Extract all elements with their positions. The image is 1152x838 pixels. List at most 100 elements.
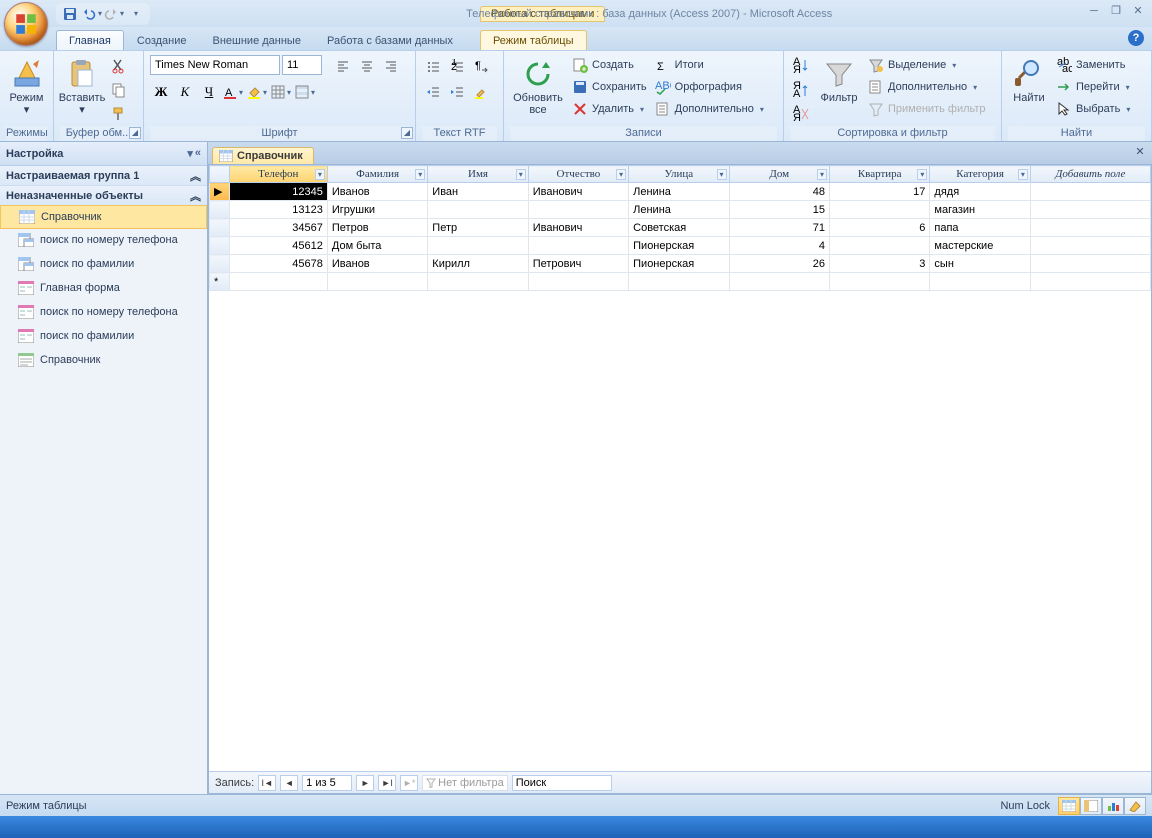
selection-filter-button[interactable]: Выделение xyxy=(866,55,988,75)
data-cell[interactable]: Иванович xyxy=(528,219,628,237)
column-header[interactable]: Дом▾ xyxy=(729,166,829,183)
view-pivotchart-icon[interactable] xyxy=(1102,797,1124,815)
align-right-icon[interactable] xyxy=(380,55,402,77)
spelling-button[interactable]: ABCОрфография xyxy=(653,77,766,97)
font-family-combo[interactable] xyxy=(150,55,280,75)
sort-desc-icon[interactable]: ЯА xyxy=(790,79,812,101)
nav-header[interactable]: Настройка ▾ « xyxy=(0,142,207,166)
data-cell[interactable]: Иванов xyxy=(327,183,427,201)
data-cell[interactable]: Кирилл xyxy=(428,255,528,273)
format-painter-icon[interactable] xyxy=(108,103,130,125)
ltr-icon[interactable]: ¶ xyxy=(470,55,492,77)
add-field-column[interactable]: Добавить поле xyxy=(1030,166,1150,183)
data-cell[interactable]: мастерские xyxy=(930,237,1030,255)
font-size-combo[interactable] xyxy=(282,55,322,75)
nav-item-query[interactable]: поиск по номеру телефона xyxy=(0,228,207,252)
data-cell[interactable]: 12345 xyxy=(229,183,327,201)
column-dropdown-icon[interactable]: ▾ xyxy=(315,169,325,180)
data-cell[interactable] xyxy=(1030,237,1150,255)
more-records-button[interactable]: Дополнительно xyxy=(653,99,766,119)
record-position-input[interactable] xyxy=(302,775,352,791)
row-selector[interactable] xyxy=(210,201,230,219)
tab-create[interactable]: Создание xyxy=(124,30,200,50)
column-header[interactable]: Улица▾ xyxy=(629,166,729,183)
select-all-cell[interactable] xyxy=(210,166,230,183)
gridlines-icon[interactable] xyxy=(270,81,292,103)
paste-button[interactable]: Вставить▾ xyxy=(60,55,104,119)
alt-row-icon[interactable] xyxy=(294,81,316,103)
data-cell[interactable] xyxy=(829,201,929,219)
clipboard-launcher-icon[interactable]: ◢ xyxy=(129,127,141,139)
filter-button[interactable]: Фильтр xyxy=(816,55,862,107)
column-header[interactable]: Квартира▾ xyxy=(829,166,929,183)
totals-button[interactable]: ΣИтоги xyxy=(653,55,766,75)
copy-icon[interactable] xyxy=(108,79,130,101)
nav-dropdown-icon[interactable]: ▾ xyxy=(187,147,193,160)
data-cell[interactable] xyxy=(1030,183,1150,201)
replace-button[interactable]: abacЗаменить xyxy=(1054,55,1132,75)
data-cell[interactable]: 45678 xyxy=(229,255,327,273)
data-cell[interactable] xyxy=(528,237,628,255)
nav-group-unassigned[interactable]: Неназначенные объекты︽ xyxy=(0,186,207,206)
tab-datasheet[interactable]: Режим таблицы xyxy=(480,30,587,50)
data-cell[interactable]: 17 xyxy=(829,183,929,201)
data-cell[interactable] xyxy=(428,237,528,255)
view-button[interactable]: Режим▾ xyxy=(6,55,47,119)
align-left-icon[interactable] xyxy=(332,55,354,77)
data-cell[interactable] xyxy=(1030,273,1150,291)
qat-customize-icon[interactable]: ▾ xyxy=(126,4,146,24)
column-dropdown-icon[interactable]: ▾ xyxy=(616,169,626,180)
decrease-indent-icon[interactable] xyxy=(422,81,444,103)
column-dropdown-icon[interactable]: ▾ xyxy=(917,169,927,180)
close-document-icon[interactable]: ✕ xyxy=(1132,145,1148,161)
data-cell[interactable] xyxy=(1030,255,1150,273)
toggle-filter-button[interactable]: Применить фильтр xyxy=(866,99,988,119)
row-selector[interactable]: ▶ xyxy=(210,183,230,201)
undo-icon[interactable] xyxy=(82,4,102,24)
bullets-icon[interactable] xyxy=(422,55,444,77)
document-tab[interactable]: Справочник xyxy=(212,147,314,164)
data-cell[interactable]: Пионерская xyxy=(629,237,729,255)
view-pivottable-icon[interactable] xyxy=(1080,797,1102,815)
column-header[interactable]: Фамилия▾ xyxy=(327,166,427,183)
data-cell[interactable]: 71 xyxy=(729,219,829,237)
data-cell[interactable] xyxy=(428,273,528,291)
row-selector[interactable] xyxy=(210,237,230,255)
nav-item-report[interactable]: Справочник xyxy=(0,348,207,372)
tab-home[interactable]: Главная xyxy=(56,30,124,50)
data-cell[interactable] xyxy=(829,273,929,291)
save-record-button[interactable]: Сохранить xyxy=(570,77,649,97)
refresh-all-button[interactable]: Обновить все xyxy=(510,55,566,119)
help-icon[interactable]: ? xyxy=(1128,30,1144,46)
column-dropdown-icon[interactable]: ▾ xyxy=(415,169,425,180)
nav-last-icon[interactable]: ►I xyxy=(378,775,396,791)
new-record-button[interactable]: Создать xyxy=(570,55,649,75)
data-cell[interactable]: 45612 xyxy=(229,237,327,255)
data-cell[interactable]: Иван xyxy=(428,183,528,201)
data-cell[interactable] xyxy=(1030,219,1150,237)
redo-icon[interactable] xyxy=(104,4,124,24)
increase-indent-icon[interactable] xyxy=(446,81,468,103)
advanced-filter-button[interactable]: Дополнительно xyxy=(866,77,988,97)
data-cell[interactable] xyxy=(930,273,1030,291)
view-datasheet-icon[interactable] xyxy=(1058,797,1080,815)
fill-color-icon[interactable] xyxy=(246,81,268,103)
nav-first-icon[interactable]: I◄ xyxy=(258,775,276,791)
data-cell[interactable]: магазин xyxy=(930,201,1030,219)
data-cell[interactable]: 48 xyxy=(729,183,829,201)
nav-item-form[interactable]: поиск по фамилии xyxy=(0,324,207,348)
row-selector[interactable] xyxy=(210,255,230,273)
close-button[interactable]: ✕ xyxy=(1130,4,1146,17)
tab-external-data[interactable]: Внешние данные xyxy=(200,30,314,50)
column-dropdown-icon[interactable]: ▾ xyxy=(717,169,727,180)
nav-item-form[interactable]: поиск по номеру телефона xyxy=(0,300,207,324)
data-cell[interactable]: дядя xyxy=(930,183,1030,201)
column-header[interactable]: Телефон▾ xyxy=(229,166,327,183)
data-cell[interactable] xyxy=(829,237,929,255)
data-cell[interactable]: Советская xyxy=(629,219,729,237)
clear-sort-icon[interactable]: АЯ xyxy=(790,103,812,125)
column-header[interactable]: Имя▾ xyxy=(428,166,528,183)
data-cell[interactable]: сын xyxy=(930,255,1030,273)
nav-collapse-icon[interactable]: « xyxy=(195,147,201,160)
cut-icon[interactable] xyxy=(108,55,130,77)
